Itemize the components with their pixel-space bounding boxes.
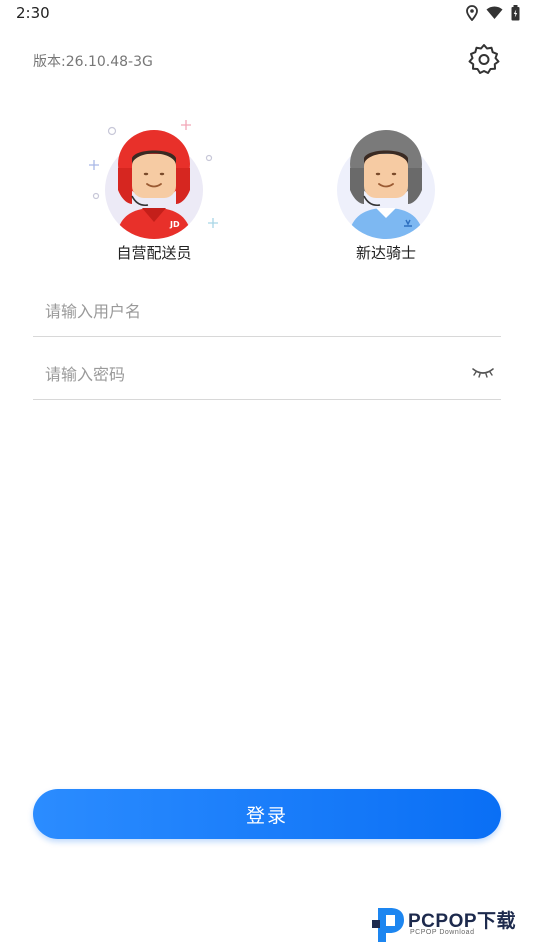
eye-closed-icon[interactable] [471,365,495,384]
role-option-xinda-rider[interactable]: 新达骑士 [316,120,456,263]
role-label-xinda-rider: 新达骑士 [355,244,416,262]
xinda-rider-avatar-icon [337,130,435,239]
watermark: PCPOP下载 PCPOP Download [370,900,534,946]
login-button[interactable]: 登录 [33,789,501,839]
pcpop-logo-icon [372,908,404,942]
password-field-container [33,351,501,400]
username-input[interactable] [33,288,445,334]
battery-icon [511,5,520,21]
location-icon [466,5,478,21]
role-label-self-operated: 自营配送员 [116,244,192,262]
svg-text:JD: JD [169,220,180,229]
password-input[interactable] [33,351,445,397]
role-option-self-operated[interactable]: JD 自营配送员 [84,120,224,263]
jd-courier-avatar-icon: JD [89,120,218,239]
wifi-icon [486,6,503,19]
status-time: 2:30 [16,4,50,22]
watermark-subtitle: PCPOP Download [410,929,475,936]
version-label: 版本:26.10.48-3G [33,54,153,70]
gear-icon [468,44,500,74]
status-icons [466,5,520,21]
username-field-container [33,288,501,337]
status-bar: 2:30 [0,0,534,28]
settings-button[interactable] [466,42,502,78]
